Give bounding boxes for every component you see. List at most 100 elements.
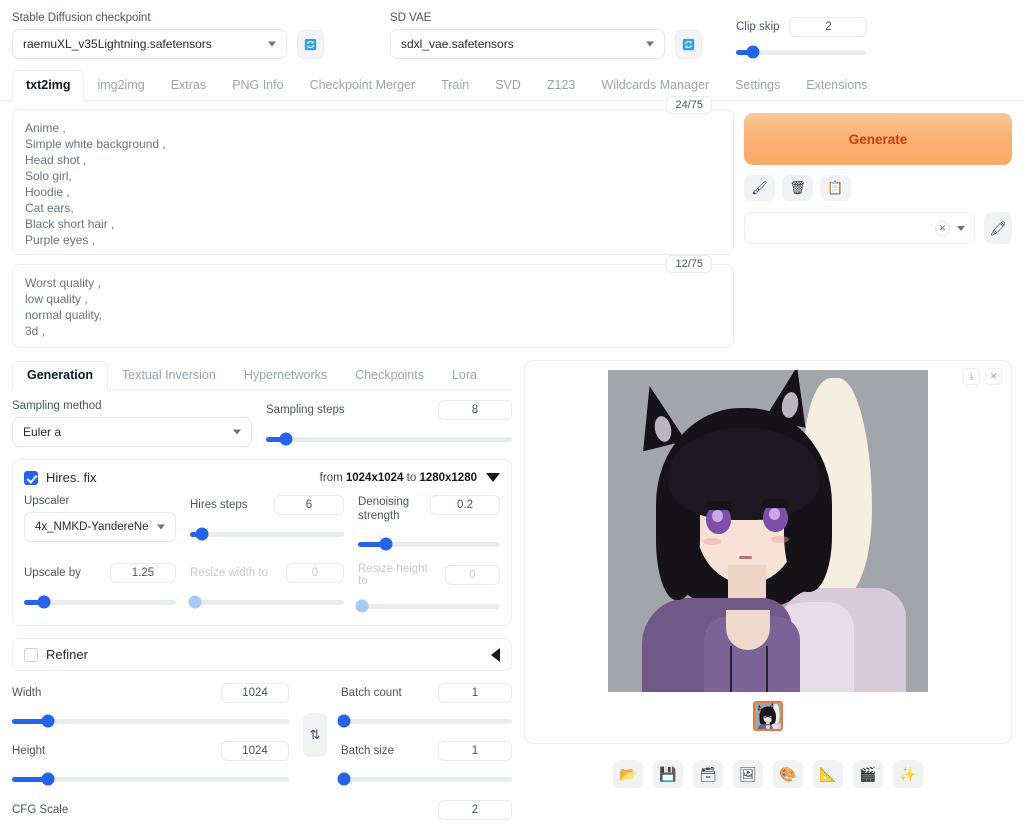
paste-params-button[interactable]: 🖌 [744, 175, 775, 201]
slider-knob[interactable] [746, 45, 760, 59]
slider-track [190, 531, 344, 537]
size-group: Width 1024 Height 1024 [12, 683, 289, 786]
height-label: Height [12, 745, 46, 757]
save-zip-button[interactable]: 🗃 [693, 760, 723, 788]
send-to-svd-button[interactable]: 🎬 [853, 760, 883, 788]
chevron-left-icon[interactable] [491, 647, 500, 662]
generated-image[interactable] [608, 370, 928, 692]
batch-size-input[interactable]: 1 [438, 741, 512, 761]
sampling-method-select[interactable]: Euler a [12, 417, 252, 447]
subtab-checkpoints[interactable]: Checkpoints [341, 362, 438, 389]
tab-img2img[interactable]: img2img [84, 71, 157, 100]
generate-button[interactable]: Generate [744, 113, 1012, 165]
subtab-generation[interactable]: Generation [12, 361, 108, 390]
image-output-panel: ⤓ ✕ [524, 360, 1012, 744]
refiner-panel[interactable]: Refiner [12, 638, 512, 671]
width-label: Width [12, 687, 42, 699]
subtab-lora[interactable]: Lora [438, 362, 491, 389]
cfg-input[interactable]: 2 [438, 800, 512, 820]
hires-steps-slider[interactable] [190, 527, 344, 541]
width-input[interactable]: 1024 [221, 683, 289, 703]
upscaler-select[interactable]: 4x_NMKD-YandereNe [24, 512, 176, 542]
batch-count-slider[interactable] [337, 714, 512, 728]
edit-styles-button[interactable]: 🖍 [984, 212, 1012, 244]
slider-knob[interactable] [195, 527, 209, 541]
save-button[interactable]: 💾 [653, 760, 683, 788]
clear-styles-icon[interactable]: ✕ [935, 220, 950, 236]
sampling-method-group: Sampling method Euler a [12, 400, 252, 447]
anime-portrait [608, 370, 928, 692]
upscale-button[interactable]: ✨ [893, 760, 923, 788]
open-folder-button[interactable]: 📂 [613, 760, 643, 788]
slider-knob[interactable] [37, 595, 51, 609]
apply-style-button[interactable]: 📋 [820, 175, 851, 201]
slider-knob[interactable] [188, 595, 202, 609]
tab-png-info[interactable]: PNG Info [219, 71, 296, 100]
tab-z123[interactable]: Z123 [534, 71, 589, 100]
checkpoint-select[interactable]: raemuXL_v35Lightning.safetensors [12, 29, 287, 59]
send-to-extras-button[interactable]: 📐 [813, 760, 843, 788]
clip-skip-value-input[interactable]: 2 [789, 17, 868, 37]
slider-knob[interactable] [337, 772, 351, 786]
tab-txt2img[interactable]: txt2img [12, 70, 85, 101]
resize-height-slider[interactable] [355, 599, 500, 613]
vae-select[interactable]: sdxl_vae.safetensors [390, 29, 665, 59]
hires-fix-checkbox[interactable] [24, 470, 38, 485]
chevron-down-icon [268, 41, 276, 47]
slider-knob[interactable] [379, 537, 393, 551]
sampling-steps-input[interactable]: 8 [438, 400, 512, 420]
height-input[interactable]: 1024 [221, 741, 289, 761]
close-image-button[interactable]: ✕ [985, 368, 1002, 385]
send-to-img2img-button[interactable]: 🖼 [733, 760, 763, 788]
resize-height-label: Resize height to [358, 563, 428, 587]
refresh-vae-button[interactable] [675, 30, 702, 59]
slider-track [266, 436, 512, 442]
height-slider[interactable] [12, 772, 289, 786]
tab-settings[interactable]: Settings [722, 71, 793, 100]
subtab-textual-inversion[interactable]: Textual Inversion [108, 362, 230, 389]
swap-dimensions-button[interactable]: ⇅ [303, 712, 327, 757]
slider-knob[interactable] [41, 772, 55, 786]
refiner-checkbox[interactable] [24, 647, 38, 662]
webui-root: Stable Diffusion checkpoint raemuXL_v35L… [0, 0, 1024, 826]
denoising-slider[interactable] [358, 537, 500, 551]
hires-row-2: Upscale by 1.25 Resize width to 0 Resize… [24, 563, 500, 613]
slider-knob[interactable] [279, 432, 293, 446]
styles-dropdown[interactable]: ✕ [744, 212, 975, 244]
hires-fix-header[interactable]: Hires. fix from 1024x1024 to 1280x1280 [24, 470, 500, 485]
upscale-by-input[interactable]: 1.25 [110, 563, 176, 583]
tab-train[interactable]: Train [428, 71, 482, 100]
batch-count-input[interactable]: 1 [438, 683, 512, 703]
clip-skip-slider[interactable] [736, 45, 866, 59]
slider-knob[interactable] [41, 714, 55, 728]
hires-steps-input[interactable]: 6 [274, 495, 344, 515]
tab-svd[interactable]: SVD [482, 71, 534, 100]
batch-size-slider[interactable] [337, 772, 512, 786]
gallery-thumbnail[interactable] [753, 701, 783, 731]
tab-extensions[interactable]: Extensions [793, 71, 880, 100]
width-slider[interactable] [12, 714, 289, 728]
download-image-button[interactable]: ⤓ [963, 368, 980, 385]
resize-height-input[interactable]: 0 [444, 565, 500, 585]
subtab-hypernetworks[interactable]: Hypernetworks [230, 362, 341, 389]
send-to-inpaint-button[interactable]: 🎨 [773, 760, 803, 788]
negative-prompt-textarea[interactable]: Worst quality , low quality , normal qua… [12, 264, 734, 348]
sampling-steps-slider[interactable] [266, 432, 512, 446]
slider-knob[interactable] [337, 714, 351, 728]
chevron-down-icon[interactable] [486, 473, 500, 482]
refresh-icon [304, 38, 317, 51]
tab-checkpoint-merger[interactable]: Checkpoint Merger [297, 71, 429, 100]
refresh-checkpoint-button[interactable] [297, 30, 324, 59]
batch-group: Batch count 1 Batch size 1 [337, 683, 512, 786]
generation-tab-bar: Generation Textual Inversion Hypernetwor… [12, 360, 512, 390]
upscale-by-slider[interactable] [24, 595, 176, 609]
positive-prompt-textarea[interactable]: Anime , Simple white background , Head s… [12, 109, 734, 255]
resize-width-input[interactable]: 0 [286, 563, 344, 583]
tab-extras[interactable]: Extras [158, 71, 219, 100]
clear-prompt-button[interactable]: 🗑 [782, 175, 813, 201]
checkpoint-label: Stable Diffusion checkpoint [12, 12, 151, 24]
resize-width-slider[interactable] [188, 595, 344, 609]
lower-area: Generation Textual Inversion Hypernetwor… [0, 360, 1024, 826]
slider-knob[interactable] [355, 599, 369, 613]
denoising-input[interactable]: 0.2 [430, 495, 500, 515]
